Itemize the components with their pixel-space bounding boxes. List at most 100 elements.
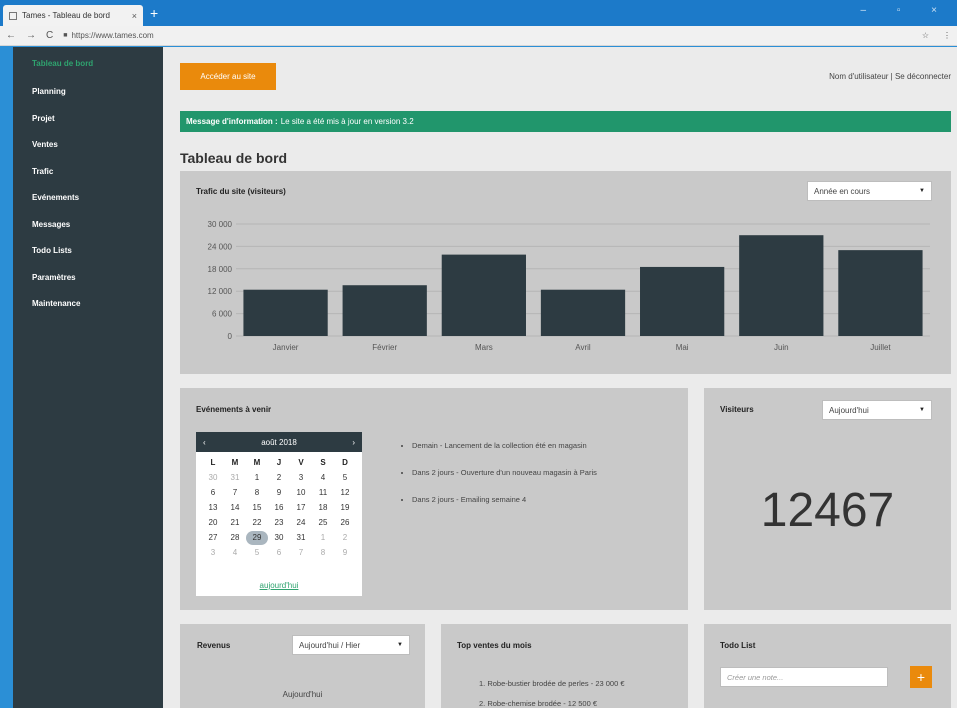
forward-icon[interactable]: → bbox=[26, 30, 36, 41]
events-panel: Evénements à venir ‹ août 2018 › L M M J V S D… bbox=[180, 388, 688, 610]
calendar-day[interactable]: 4 bbox=[224, 546, 246, 560]
window-controls[interactable]: – ▫ × bbox=[860, 5, 951, 16]
calendar-day[interactable]: 18 bbox=[312, 501, 334, 515]
visit-site-button[interactable]: Accéder au site bbox=[180, 63, 276, 90]
revenue-label: Aujourd'hui bbox=[282, 690, 323, 699]
calendar-day[interactable]: 16 bbox=[268, 501, 290, 515]
sidebar-item-messages[interactable]: Messages bbox=[32, 220, 70, 229]
calendar-day[interactable]: 15 bbox=[246, 501, 268, 515]
calendar-day[interactable]: 6 bbox=[202, 486, 224, 500]
events-list: Demain - Lancement de la collection été … bbox=[412, 440, 662, 521]
calendar-day[interactable]: 9 bbox=[334, 546, 356, 560]
chart-x-tick-label: Février bbox=[372, 343, 397, 352]
visitors-period-value: Aujourd'hui bbox=[829, 405, 869, 415]
calendar-day[interactable]: 30 bbox=[268, 531, 290, 545]
tab-close-icon[interactable]: × bbox=[132, 11, 137, 21]
calendar-day[interactable]: 24 bbox=[290, 516, 312, 530]
calendar-day[interactable]: 3 bbox=[290, 471, 312, 485]
events-panel-title: Evénements à venir bbox=[196, 405, 272, 414]
chart-bar[interactable] bbox=[540, 289, 626, 336]
top-sales-panel: Top ventes du mois 1. Robe-bustier brodé… bbox=[441, 624, 688, 708]
back-icon[interactable]: ← bbox=[6, 30, 16, 41]
add-todo-button[interactable]: + bbox=[910, 666, 932, 688]
top-sales-item: 2. Robe-chemise brodée - 12 500 € bbox=[479, 699, 597, 708]
sidebar-item-tableau-de-bord[interactable]: Tableau de bord bbox=[32, 59, 93, 68]
calendar-day[interactable]: 30 bbox=[202, 471, 224, 485]
visitors-period-select[interactable]: Aujourd'hui ▼ bbox=[822, 400, 932, 420]
calendar-day[interactable]: 6 bbox=[268, 546, 290, 560]
chart-bar[interactable] bbox=[838, 250, 923, 336]
calendar-day[interactable]: 21 bbox=[224, 516, 246, 530]
calendar-day[interactable]: 31 bbox=[290, 531, 312, 545]
calendar-day[interactable]: 26 bbox=[334, 516, 356, 530]
calendar-day[interactable]: 25 bbox=[312, 516, 334, 530]
event-item[interactable]: Demain - Lancement de la collection été … bbox=[412, 440, 662, 451]
sidebar-item-maintenance[interactable]: Maintenance bbox=[32, 299, 80, 308]
url-field[interactable]: https://www.tames.com bbox=[71, 31, 153, 40]
browser-menu-icon[interactable]: ⋮ bbox=[943, 31, 951, 40]
event-item[interactable]: Dans 2 jours - Ouverture d'un nouveau ma… bbox=[412, 467, 662, 478]
sidebar-item-evenements[interactable]: Evénements bbox=[32, 193, 79, 202]
calendar-next-icon[interactable]: › bbox=[352, 438, 355, 447]
calendar-day[interactable]: 5 bbox=[334, 471, 356, 485]
chart-y-tick-label: 6 000 bbox=[212, 310, 233, 319]
lock-icon: ■ bbox=[63, 32, 68, 39]
browser-tab[interactable]: Tames - Tableau de bord × bbox=[3, 5, 143, 26]
calendar-day[interactable]: 9 bbox=[268, 486, 290, 500]
calendar-day[interactable]: 23 bbox=[268, 516, 290, 530]
calendar-month: août 2018 bbox=[261, 437, 297, 447]
calendar-day[interactable]: 12 bbox=[334, 486, 356, 500]
calendar-day[interactable]: 5 bbox=[246, 546, 268, 560]
calendar-day[interactable]: 2 bbox=[334, 531, 356, 545]
bookmark-star-icon[interactable]: ☆ bbox=[922, 31, 929, 40]
user-logout-link[interactable]: Nom d'utilisateur | Se déconnecter bbox=[829, 72, 951, 81]
calendar-day-header: L bbox=[210, 458, 216, 467]
calendar-day[interactable]: 8 bbox=[312, 546, 334, 560]
sidebar-item-trafic[interactable]: Trafic bbox=[32, 167, 53, 176]
todo-note-input[interactable]: Créer une note... bbox=[720, 667, 888, 687]
calendar-day[interactable]: 14 bbox=[224, 501, 246, 515]
calendar-day[interactable]: 27 bbox=[202, 531, 224, 545]
calendar-header: ‹ août 2018 › bbox=[196, 432, 362, 452]
chart-bar[interactable] bbox=[243, 289, 328, 336]
traffic-bar-chart: 0 6 000 12 000 18 000 24 000 30 000 Janvier Fév… bbox=[208, 220, 930, 352]
chart-bar[interactable] bbox=[441, 254, 526, 336]
todo-panel-title: Todo List bbox=[720, 641, 756, 650]
calendar-day[interactable]: 20 bbox=[202, 516, 224, 530]
calendar-day[interactable]: 8 bbox=[246, 486, 268, 500]
calendar-day[interactable]: 1 bbox=[312, 531, 334, 545]
event-item[interactable]: Dans 2 jours - Emailing semaine 4 bbox=[412, 494, 662, 505]
calendar-grid: L M M J V S D 30 31 1 2 3 4 5 6 7 8 9 10 11 12 13 14 15 16 17 18 19… bbox=[196, 452, 362, 560]
calendar-day[interactable]: 29 bbox=[246, 531, 268, 545]
calendar-day-header: M bbox=[231, 458, 239, 467]
sidebar-item-todo-lists[interactable]: Todo Lists bbox=[32, 246, 72, 255]
revenue-period-select[interactable]: Aujourd'hui / Hier ▼ bbox=[292, 635, 410, 655]
calendar-day[interactable]: 28 bbox=[224, 531, 246, 545]
calendar-day[interactable]: 2 bbox=[268, 471, 290, 485]
calendar-day[interactable]: 7 bbox=[290, 546, 312, 560]
calendar-day[interactable]: 3 bbox=[202, 546, 224, 560]
chart-x-tick-label: Janvier bbox=[273, 343, 299, 352]
sidebar-item-parametres[interactable]: Paramètres bbox=[32, 273, 76, 282]
calendar-day[interactable]: 1 bbox=[246, 471, 268, 485]
new-tab-button[interactable]: + bbox=[150, 5, 158, 21]
sidebar-item-projet[interactable]: Projet bbox=[32, 114, 55, 123]
visitors-panel: Visiteurs Aujourd'hui ▼ 12467 bbox=[704, 388, 951, 610]
calendar-day[interactable]: 4 bbox=[312, 471, 334, 485]
calendar-day[interactable]: 19 bbox=[334, 501, 356, 515]
chart-bar[interactable] bbox=[739, 235, 824, 336]
sidebar-item-ventes[interactable]: Ventes bbox=[32, 140, 58, 149]
sidebar-item-planning[interactable]: Planning bbox=[32, 87, 66, 96]
calendar-day[interactable]: 22 bbox=[246, 516, 268, 530]
calendar-day[interactable]: 11 bbox=[312, 486, 334, 500]
calendar-day[interactable]: 7 bbox=[224, 486, 246, 500]
chart-bar[interactable] bbox=[640, 266, 725, 336]
calendar-day[interactable]: 31 bbox=[224, 471, 246, 485]
calendar-today-link[interactable]: aujourd'hui bbox=[196, 581, 362, 590]
calendar-day[interactable]: 13 bbox=[202, 501, 224, 515]
calendar-day[interactable]: 17 bbox=[290, 501, 312, 515]
revenue-period-value: Aujourd'hui / Hier bbox=[299, 640, 361, 650]
calendar-day[interactable]: 10 bbox=[290, 486, 312, 500]
reload-icon[interactable]: C bbox=[46, 30, 53, 41]
chart-bar[interactable] bbox=[342, 285, 427, 336]
